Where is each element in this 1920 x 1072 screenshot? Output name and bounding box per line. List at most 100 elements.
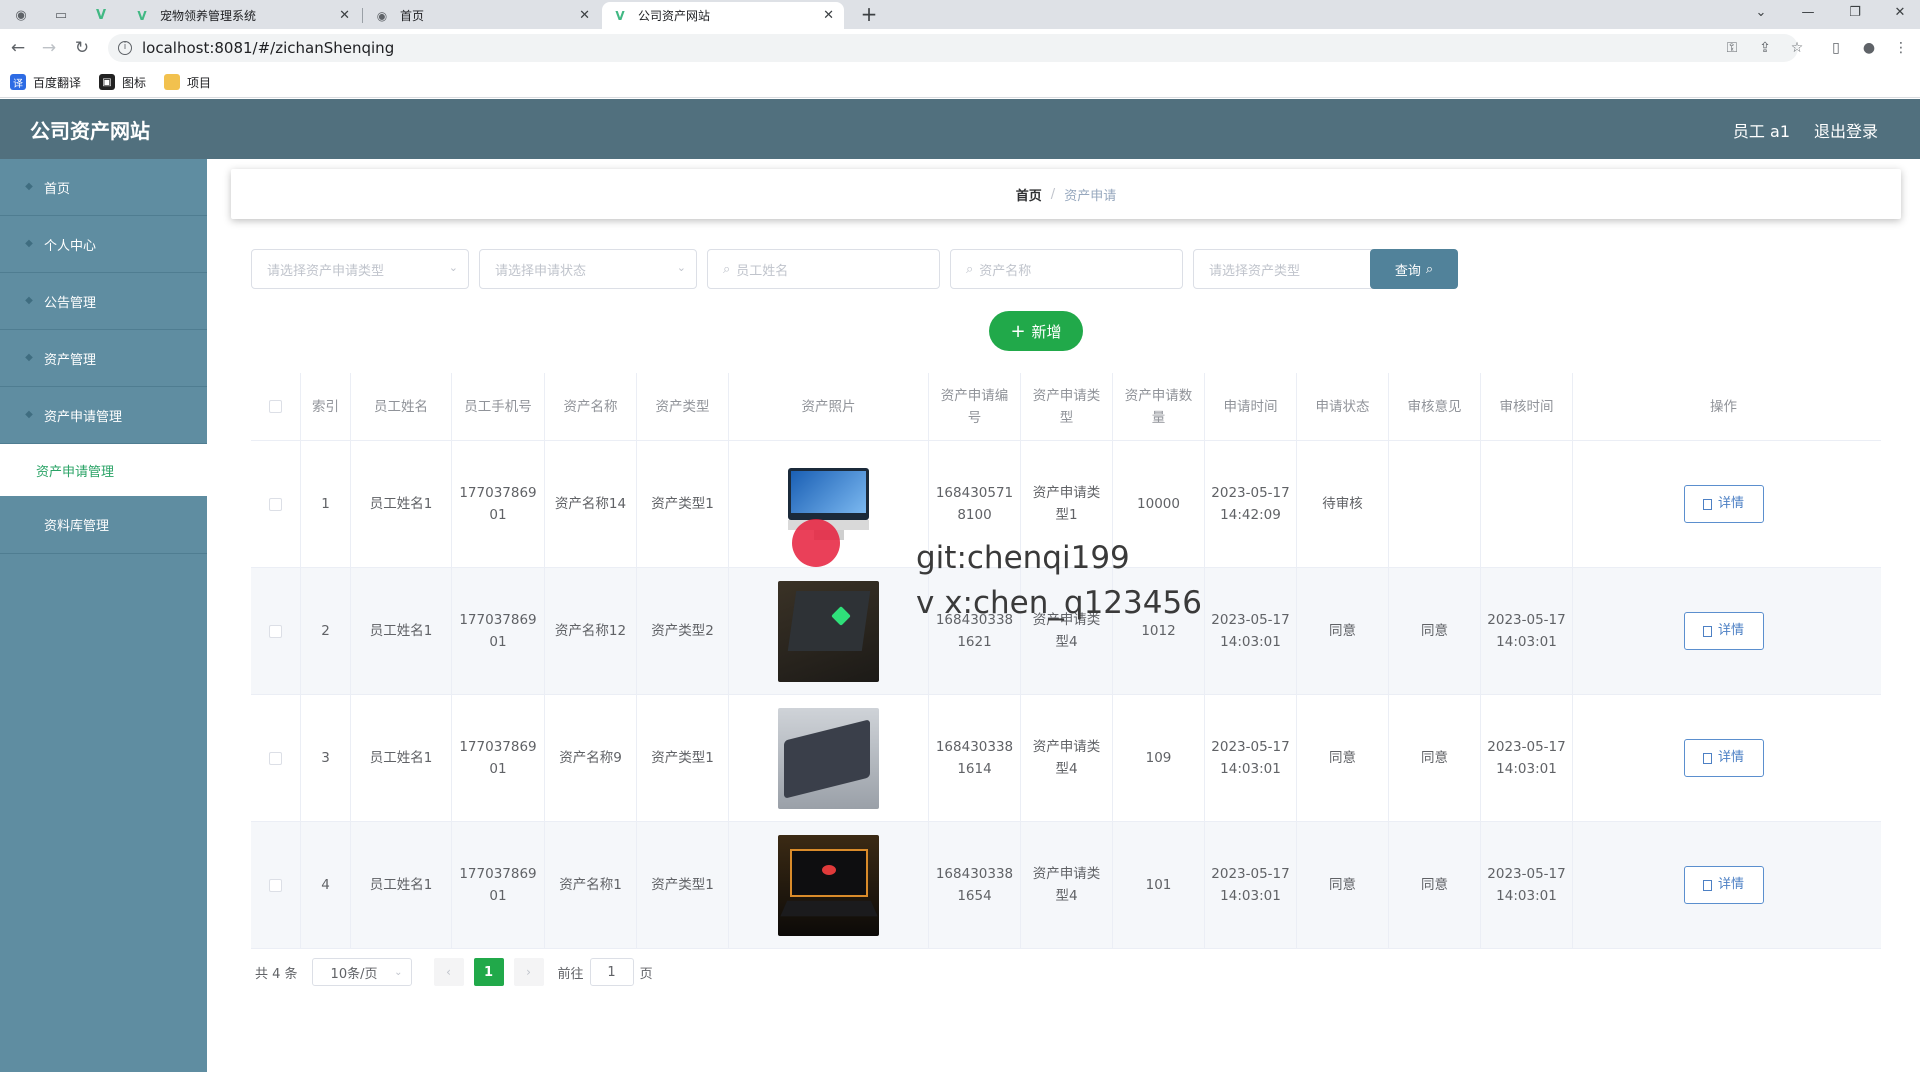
- close-window-icon[interactable]: ✕: [1880, 2, 1920, 24]
- tab-home[interactable]: ◉ 首页 ✕: [364, 2, 600, 29]
- side-panel-icon[interactable]: ▯: [1827, 39, 1845, 57]
- detail-button[interactable]: 详情: [1683, 739, 1764, 777]
- logout-link[interactable]: 退出登录: [1814, 118, 1878, 142]
- next-page-button[interactable]: ›: [513, 958, 544, 986]
- input-placeholder: 资产名称: [979, 263, 1032, 279]
- page-number-current[interactable]: 1: [473, 958, 504, 986]
- detail-button[interactable]: 详情: [1683, 866, 1764, 904]
- back-icon[interactable]: ←: [7, 37, 29, 59]
- sidebar-item-library[interactable]: 资料库管理: [0, 496, 207, 554]
- home-icon: ◆: [25, 181, 33, 192]
- bookmarks-bar: 译 百度翻译 ▣ 图标 项目: [0, 67, 1920, 98]
- detail-button[interactable]: 详情: [1683, 485, 1764, 523]
- user-icon: ◆: [25, 238, 33, 249]
- header-cell: 申请时间: [1205, 373, 1297, 440]
- row-checkbox[interactable]: [269, 751, 282, 765]
- app-header: 公司资产网站 员工 a1 退出登录: [0, 99, 1920, 159]
- table-row: 4 员工姓名1 17703786901 资产名称1 资产类型1 1684303381654…: [251, 822, 1881, 949]
- query-button[interactable]: 查询 ⌕: [1370, 249, 1458, 289]
- sidebar-item-label: 公告管理: [44, 295, 97, 311]
- goto-page-input[interactable]: 1: [589, 958, 634, 986]
- action-cell: 详情: [1573, 822, 1874, 948]
- current-user: 员工 a1: [1732, 122, 1790, 141]
- cell-index: 4: [301, 822, 351, 948]
- plus-icon: +: [1010, 320, 1026, 342]
- cell-index: 2: [301, 568, 351, 694]
- prev-page-button[interactable]: ‹: [433, 958, 464, 986]
- bookmark-star-icon[interactable]: ☆: [1788, 39, 1806, 57]
- tab-list-icon[interactable]: ⌄: [1741, 2, 1781, 24]
- cell-code: 1684303381654: [929, 822, 1021, 948]
- breadcrumb-home[interactable]: 首页: [1016, 185, 1042, 204]
- site-info-icon[interactable]: i: [118, 41, 132, 55]
- close-tab-icon[interactable]: ✕: [823, 8, 834, 23]
- asset-photo[interactable]: [778, 834, 879, 936]
- bookmark-baidu-translate[interactable]: 译 百度翻译: [10, 74, 81, 91]
- share-icon[interactable]: ⇪: [1756, 39, 1774, 57]
- reload-icon[interactable]: ↻: [71, 37, 93, 59]
- apply-icon: ◆: [25, 409, 33, 420]
- cell-type: 资产类型1: [637, 441, 729, 567]
- tab-company-asset[interactable]: V 公司资产网站 ✕: [602, 2, 844, 29]
- cell-time: 2023-05-17 14:03:01: [1205, 822, 1297, 948]
- header-cell: 员工姓名: [351, 373, 452, 440]
- header-cell: 审核时间: [1481, 373, 1573, 440]
- goto-suffix: 页: [639, 966, 653, 982]
- asset-name-input[interactable]: ⌕ 资产名称: [950, 249, 1183, 289]
- close-tab-icon[interactable]: ✕: [339, 8, 350, 23]
- profile-icon[interactable]: ●: [1860, 39, 1878, 57]
- detail-label: 详情: [1717, 496, 1744, 511]
- row-select-cell: [251, 441, 301, 567]
- bookmark-project[interactable]: 项目: [164, 74, 211, 91]
- select-placeholder: 请选择资产类型: [1209, 263, 1301, 279]
- cell-audit-time: [1481, 441, 1573, 567]
- minimize-icon[interactable]: —: [1788, 2, 1828, 24]
- asset-photo[interactable]: [778, 707, 879, 809]
- select-all-checkbox[interactable]: [269, 400, 282, 413]
- detail-button[interactable]: 详情: [1683, 612, 1764, 650]
- watermark-line-2: v x:chen_q123456: [916, 585, 1202, 621]
- row-checkbox[interactable]: [269, 878, 282, 892]
- pinned-tab-icon[interactable]: ▭: [48, 4, 74, 26]
- cell-audit-time: 2023-05-17 14:03:01: [1481, 568, 1573, 694]
- tab-divider: [362, 8, 363, 23]
- sidebar-item-notice[interactable]: ◆ 公告管理: [0, 273, 207, 330]
- new-tab-icon[interactable]: +: [856, 3, 882, 27]
- key-icon[interactable]: ⚿: [1723, 39, 1741, 57]
- row-checkbox[interactable]: [269, 497, 282, 511]
- add-button[interactable]: + 新增: [989, 311, 1083, 351]
- vue-tab-icon[interactable]: V: [88, 4, 114, 26]
- close-tab-icon[interactable]: ✕: [579, 8, 590, 23]
- header-cell: 操作: [1710, 398, 1737, 415]
- sidebar-item-asset[interactable]: ◆ 资产管理: [0, 330, 207, 387]
- address-bar-row: ← → ↻ i localhost:8081/#/zichanShenqing …: [0, 29, 1920, 67]
- menu-dots-icon[interactable]: ⋮: [1892, 39, 1910, 57]
- search-icon: ⌕: [966, 261, 974, 277]
- cell-audit-time: 2023-05-17 14:03:01: [1481, 822, 1573, 948]
- cell-phone: 17703786901: [452, 441, 545, 567]
- sidebar-item-home[interactable]: ◆ 首页: [0, 159, 207, 216]
- restore-icon[interactable]: ❐: [1835, 2, 1875, 24]
- page-size-select[interactable]: 10条/页 ⌄: [311, 958, 412, 986]
- employee-name-input[interactable]: ⌕ 员工姓名: [707, 249, 940, 289]
- url-field[interactable]: i localhost:8081/#/zichanShenqing: [108, 34, 1798, 62]
- asset-photo[interactable]: [778, 580, 879, 682]
- status-select[interactable]: 请选择申请状态 ⌄: [479, 249, 697, 289]
- filter-bar: 请选择资产申请类型 ⌄ 请选择申请状态 ⌄ ⌕ 员工姓名 ⌕ 资产名称 请选择资…: [251, 249, 1551, 291]
- tab-search-icon[interactable]: ◉: [8, 4, 34, 26]
- sidebar-item-profile[interactable]: ◆ 个人中心: [0, 216, 207, 273]
- cell-name: 员工姓名1: [351, 822, 452, 948]
- cell-index: 3: [301, 695, 351, 821]
- row-checkbox[interactable]: [269, 624, 282, 638]
- asset-photo-cell: [729, 695, 929, 821]
- chevron-down-icon: ⌄: [676, 261, 686, 274]
- forward-icon[interactable]: →: [38, 37, 60, 59]
- apply-type-select[interactable]: 请选择资产申请类型 ⌄: [251, 249, 469, 289]
- sidebar-item-asset-apply[interactable]: ◆ 资产申请管理: [0, 387, 207, 444]
- tab-pet-system[interactable]: V 宠物领养管理系统 ✕: [124, 2, 360, 29]
- cell-status: 同意: [1297, 568, 1389, 694]
- detail-label: 详情: [1717, 877, 1744, 892]
- bookmark-icons[interactable]: ▣ 图标: [99, 74, 146, 91]
- sidebar-subitem-asset-apply[interactable]: 资产申请管理: [0, 444, 207, 496]
- folder-icon: [164, 74, 181, 90]
